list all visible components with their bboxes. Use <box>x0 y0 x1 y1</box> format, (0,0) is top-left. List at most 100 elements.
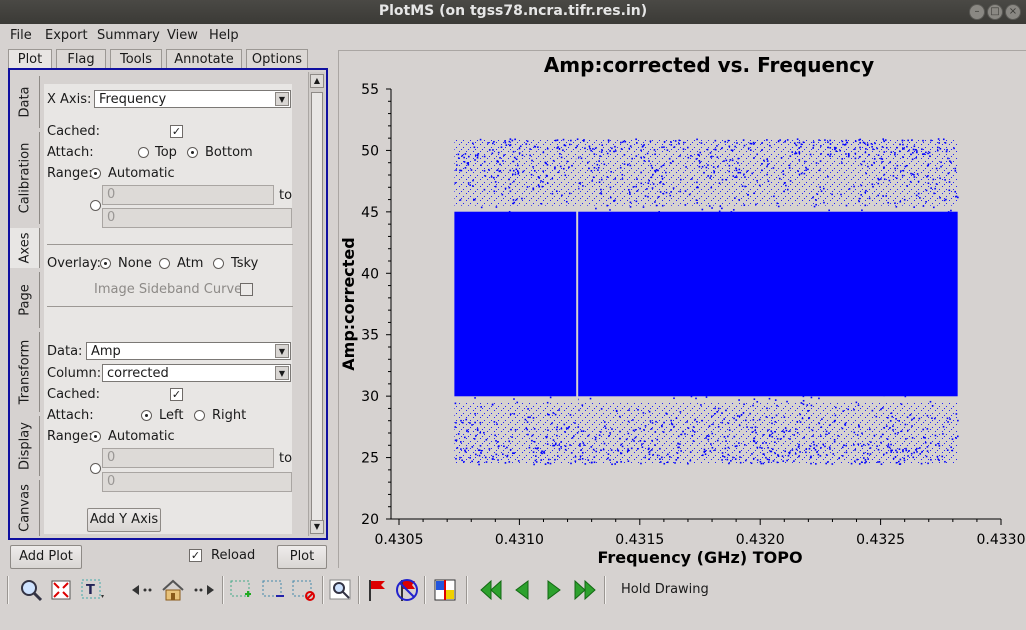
scatter-point <box>677 442 679 445</box>
vtab-canvas[interactable]: Canvas <box>10 480 40 536</box>
scatter-point <box>571 164 573 167</box>
first-page-icon[interactable] <box>478 577 504 603</box>
x-range-auto-radio[interactable] <box>90 168 101 179</box>
menu-summary[interactable]: Summary <box>97 28 160 43</box>
y-range-manual-radio[interactable] <box>90 463 101 474</box>
minimize-button[interactable]: – <box>969 4 985 20</box>
hold-drawing-label[interactable]: Hold Drawing <box>621 582 709 597</box>
scatter-point <box>734 145 736 148</box>
tab-tools[interactable]: Tools <box>110 49 162 69</box>
tab-plot[interactable]: Plot <box>8 49 52 69</box>
step-back-icon[interactable] <box>128 577 154 603</box>
y-range-max-field[interactable]: 0 <box>102 472 292 492</box>
x-axis-select[interactable]: Frequency ▼ <box>94 90 291 108</box>
scatter-point <box>791 449 794 451</box>
scatter-point <box>459 169 461 172</box>
scatter-point <box>700 404 702 406</box>
scatter-point <box>659 191 662 193</box>
last-page-icon[interactable] <box>572 577 598 603</box>
y-data-select[interactable]: Amp ▼ <box>86 342 291 360</box>
tab-flag[interactable]: Flag <box>56 49 106 69</box>
vtab-axes[interactable]: Axes <box>10 228 40 268</box>
maximize-button[interactable]: □ <box>987 4 1003 20</box>
scatter-point <box>559 153 561 155</box>
overlay-label: Overlay: <box>47 256 101 271</box>
x-range-max-field[interactable]: 0 <box>102 208 292 228</box>
sideband-checkbox[interactable] <box>240 283 253 296</box>
vtab-data[interactable]: Data <box>10 76 40 128</box>
step-forward-icon[interactable] <box>192 577 218 603</box>
scatter-point <box>892 457 895 460</box>
x-range-manual-radio[interactable] <box>90 200 101 211</box>
y-tick-label: 35 <box>361 328 379 344</box>
zoom-icon[interactable] <box>18 577 44 603</box>
scatter-point <box>475 434 477 437</box>
next-page-icon[interactable] <box>540 577 566 603</box>
scroll-up-icon[interactable]: ▲ <box>310 74 324 88</box>
inspect-icon[interactable] <box>328 577 354 603</box>
flag-extension-icon[interactable] <box>432 577 458 603</box>
x-attach-top-radio[interactable] <box>138 147 149 158</box>
y-cached-checkbox[interactable]: ✓ <box>170 388 183 401</box>
x-attach-bottom-radio[interactable] <box>187 147 198 158</box>
x-cached-checkbox[interactable]: ✓ <box>170 125 183 138</box>
scatter-point <box>795 448 798 451</box>
scatter-point <box>654 215 656 217</box>
plot-button[interactable]: Plot <box>277 545 327 569</box>
vtab-display[interactable]: Display <box>10 416 40 476</box>
scatter-point <box>861 445 863 447</box>
tab-options[interactable]: Options <box>246 49 308 69</box>
menu-file[interactable]: File <box>10 28 32 43</box>
scatter-point <box>931 405 934 407</box>
previous-page-icon[interactable] <box>510 577 536 603</box>
scatter-point <box>819 455 822 457</box>
scatter-point <box>907 450 910 452</box>
y-range-min-field[interactable]: 0 <box>102 448 274 468</box>
scatter-point <box>628 191 631 194</box>
scroll-thumb[interactable] <box>311 92 323 532</box>
scatter-point <box>766 139 768 141</box>
scatter-point <box>782 460 785 462</box>
scatter-point <box>499 170 502 172</box>
flag-icon[interactable] <box>364 577 390 603</box>
subtract-region-icon[interactable] <box>260 577 286 603</box>
y-attach-left-radio[interactable] <box>141 410 152 421</box>
home-icon[interactable] <box>160 577 186 603</box>
scatter-point <box>673 394 676 397</box>
vtab-page[interactable]: Page <box>10 272 40 328</box>
scatter-point <box>568 143 571 146</box>
menu-view[interactable]: View <box>167 28 198 43</box>
menu-help[interactable]: Help <box>209 28 239 43</box>
scatter-point <box>500 146 503 149</box>
plot-canvas[interactable]: Amp:corrected vs. Frequency 20 25 30 35 40 45… <box>338 50 1026 568</box>
scatter-point <box>604 427 607 430</box>
scatter-point <box>655 420 657 423</box>
scatter-point <box>590 149 592 152</box>
scatter-point <box>892 175 895 177</box>
close-button[interactable]: × <box>1005 4 1021 20</box>
reload-checkbox[interactable]: ✓ <box>189 549 202 562</box>
scatter-point <box>738 442 740 444</box>
overlay-tsky-radio[interactable] <box>213 258 224 269</box>
scatter-point <box>834 414 837 417</box>
mark-region-icon[interactable] <box>228 577 254 603</box>
fit-view-icon[interactable] <box>48 577 74 603</box>
y-column-select[interactable]: corrected ▼ <box>102 364 291 382</box>
y-attach-right-radio[interactable] <box>194 410 205 421</box>
add-y-axis-button[interactable]: Add Y Axis <box>87 508 161 532</box>
y-range-auto-radio[interactable] <box>90 431 101 442</box>
panel-scrollbar[interactable]: ▲ ▼ <box>308 72 325 536</box>
x-range-min-field[interactable]: 0 <box>102 185 274 205</box>
vtab-transform[interactable]: Transform <box>10 332 40 412</box>
tab-annotate[interactable]: Annotate <box>166 49 242 69</box>
menu-export[interactable]: Export <box>45 28 88 43</box>
annotate-text-icon[interactable]: T <box>80 577 106 603</box>
overlay-atm-radio[interactable] <box>159 258 170 269</box>
add-plot-button[interactable]: Add Plot <box>10 545 82 569</box>
clear-regions-icon[interactable] <box>290 577 316 603</box>
unflag-icon[interactable] <box>394 577 420 603</box>
scroll-down-icon[interactable]: ▼ <box>310 520 324 534</box>
overlay-none-radio[interactable] <box>100 258 111 269</box>
vtab-calibration[interactable]: Calibration <box>10 132 40 224</box>
scatter-point <box>761 447 763 449</box>
